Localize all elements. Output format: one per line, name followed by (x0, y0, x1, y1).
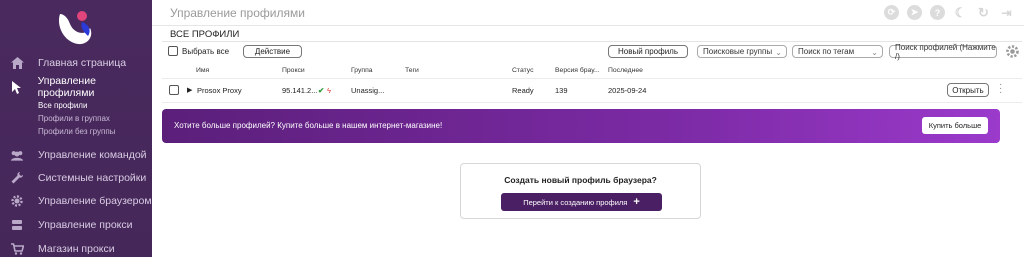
check-icon: ✔ (318, 86, 325, 95)
sidebar-item-label: Управление прокси (38, 219, 133, 231)
settings-gear-icon[interactable] (1006, 45, 1019, 58)
subitem-ungrouped-profiles[interactable]: Профили без группы (38, 127, 115, 136)
logout-icon[interactable]: ⇥ (999, 5, 1014, 20)
select-all-label: Выбрать все (182, 46, 230, 56)
help-icon[interactable]: ? (930, 5, 945, 20)
sidebar-item-team[interactable]: Управление командой (0, 144, 152, 166)
telegram-icon[interactable]: ➤ (907, 5, 922, 20)
chevron-down-icon: ⌄ (871, 48, 878, 57)
search-tags-label: Поиск по тегам (798, 47, 855, 56)
sidebar-item-browser[interactable]: Управление браузером (0, 190, 152, 212)
promo-banner: Хотите больше профилей? Купите больше в … (162, 109, 1000, 143)
wrench-icon (10, 171, 24, 185)
open-profile-button[interactable]: Открыть (947, 83, 989, 97)
plus-icon: + (633, 196, 640, 208)
more-vertical-icon[interactable]: · · · (999, 80, 1002, 98)
section-title: ВСЕ ПРОФИЛИ (170, 29, 240, 40)
moon-icon[interactable]: ☾ (953, 5, 968, 20)
sidebar-item-proxy[interactable]: Управление прокси (0, 214, 152, 236)
sidebar-item-home[interactable]: Главная страница (0, 52, 152, 74)
profile-status: Ready (512, 86, 534, 95)
sidebar: Главная страница Управление профилями Вс… (0, 0, 152, 257)
app-logo (58, 11, 92, 45)
go-create-profile-button[interactable]: Перейти к созданию профиля + (501, 193, 662, 211)
server-icon (10, 218, 24, 232)
select-all[interactable]: Выбрать все (168, 46, 229, 56)
sync-icon[interactable]: ⟳ (884, 5, 899, 20)
subitem-grouped-profiles[interactable]: Профили в группах (38, 114, 110, 123)
sidebar-item-label: Магазин прокси (38, 243, 115, 255)
bolt-icon: ϟ (327, 86, 331, 95)
divider (162, 102, 1022, 103)
gear-icon (10, 194, 24, 208)
subitem-all-profiles[interactable]: Все профили (38, 101, 87, 110)
banner-text: Хотите больше профилей? Купите больше в … (174, 121, 443, 130)
sidebar-item-system-settings[interactable]: Системные настройки (0, 167, 152, 189)
go-create-profile-label: Перейти к созданию профиля (523, 197, 628, 207)
sidebar-item-profiles[interactable]: Управление профилями (0, 75, 152, 99)
search-groups-label: Поисковые группы (703, 47, 773, 56)
search-groups-select[interactable]: Поисковые группы ⌄ (697, 45, 787, 58)
sidebar-item-label: Системные настройки (38, 172, 147, 184)
sidebar-item-label: Управление браузером (38, 195, 152, 207)
profile-group: Unassig... (351, 86, 385, 95)
profile-version: 139 (555, 86, 568, 95)
profile-proxy: 95.141.2... (282, 86, 318, 95)
select-all-checkbox[interactable] (168, 46, 178, 56)
column-header-tags[interactable]: Теги (405, 67, 419, 74)
sidebar-item-label: Управление профилями (37, 75, 96, 99)
row-checkbox[interactable] (169, 85, 179, 95)
profile-name: Prosox Proxy (197, 86, 242, 95)
column-header-last[interactable]: Последнее (608, 67, 643, 74)
divider (162, 78, 1022, 79)
create-profile-title: Создать новый профиль браузера? (504, 175, 657, 185)
column-header-status[interactable]: Статус (512, 67, 534, 74)
column-header-proxy[interactable]: Прокси (282, 67, 305, 74)
column-header-group[interactable]: Группа (351, 67, 373, 74)
sidebar-item-label: Главная страница (38, 57, 127, 69)
sidebar-item-label: Управление командой (38, 149, 147, 161)
profile-last: 2025-09-24 (608, 86, 647, 95)
search-profiles-placeholder: Поиск профилей (Нажмите /) (895, 42, 996, 61)
buy-more-button[interactable]: Купить больше (922, 117, 988, 134)
search-profiles-input[interactable]: Поиск профилей (Нажмите /) (889, 42, 997, 61)
page-title: Управление профилями (170, 6, 305, 20)
expand-icon[interactable]: ▶ (187, 86, 192, 94)
column-header-version[interactable]: Версия брау... (555, 67, 600, 74)
search-tags-select[interactable]: Поиск по тегам ⌄ (792, 45, 883, 58)
cursor-icon (10, 80, 24, 94)
divider (162, 41, 1022, 42)
column-header-name[interactable]: Имя (196, 67, 209, 74)
cart-icon (10, 242, 24, 256)
chevron-down-icon: ⌄ (775, 48, 782, 57)
top-header: Управление профилями ⟳ ➤ ? ☾ ↻ ⇥ (152, 0, 1024, 26)
home-icon (10, 56, 24, 70)
create-profile-card: Создать новый профиль браузера? Перейти … (460, 163, 701, 219)
action-button[interactable]: Действие (243, 45, 302, 58)
new-profile-button[interactable]: Новый профиль (608, 45, 688, 58)
users-icon (10, 148, 24, 162)
refresh-icon[interactable]: ↻ (976, 5, 991, 20)
